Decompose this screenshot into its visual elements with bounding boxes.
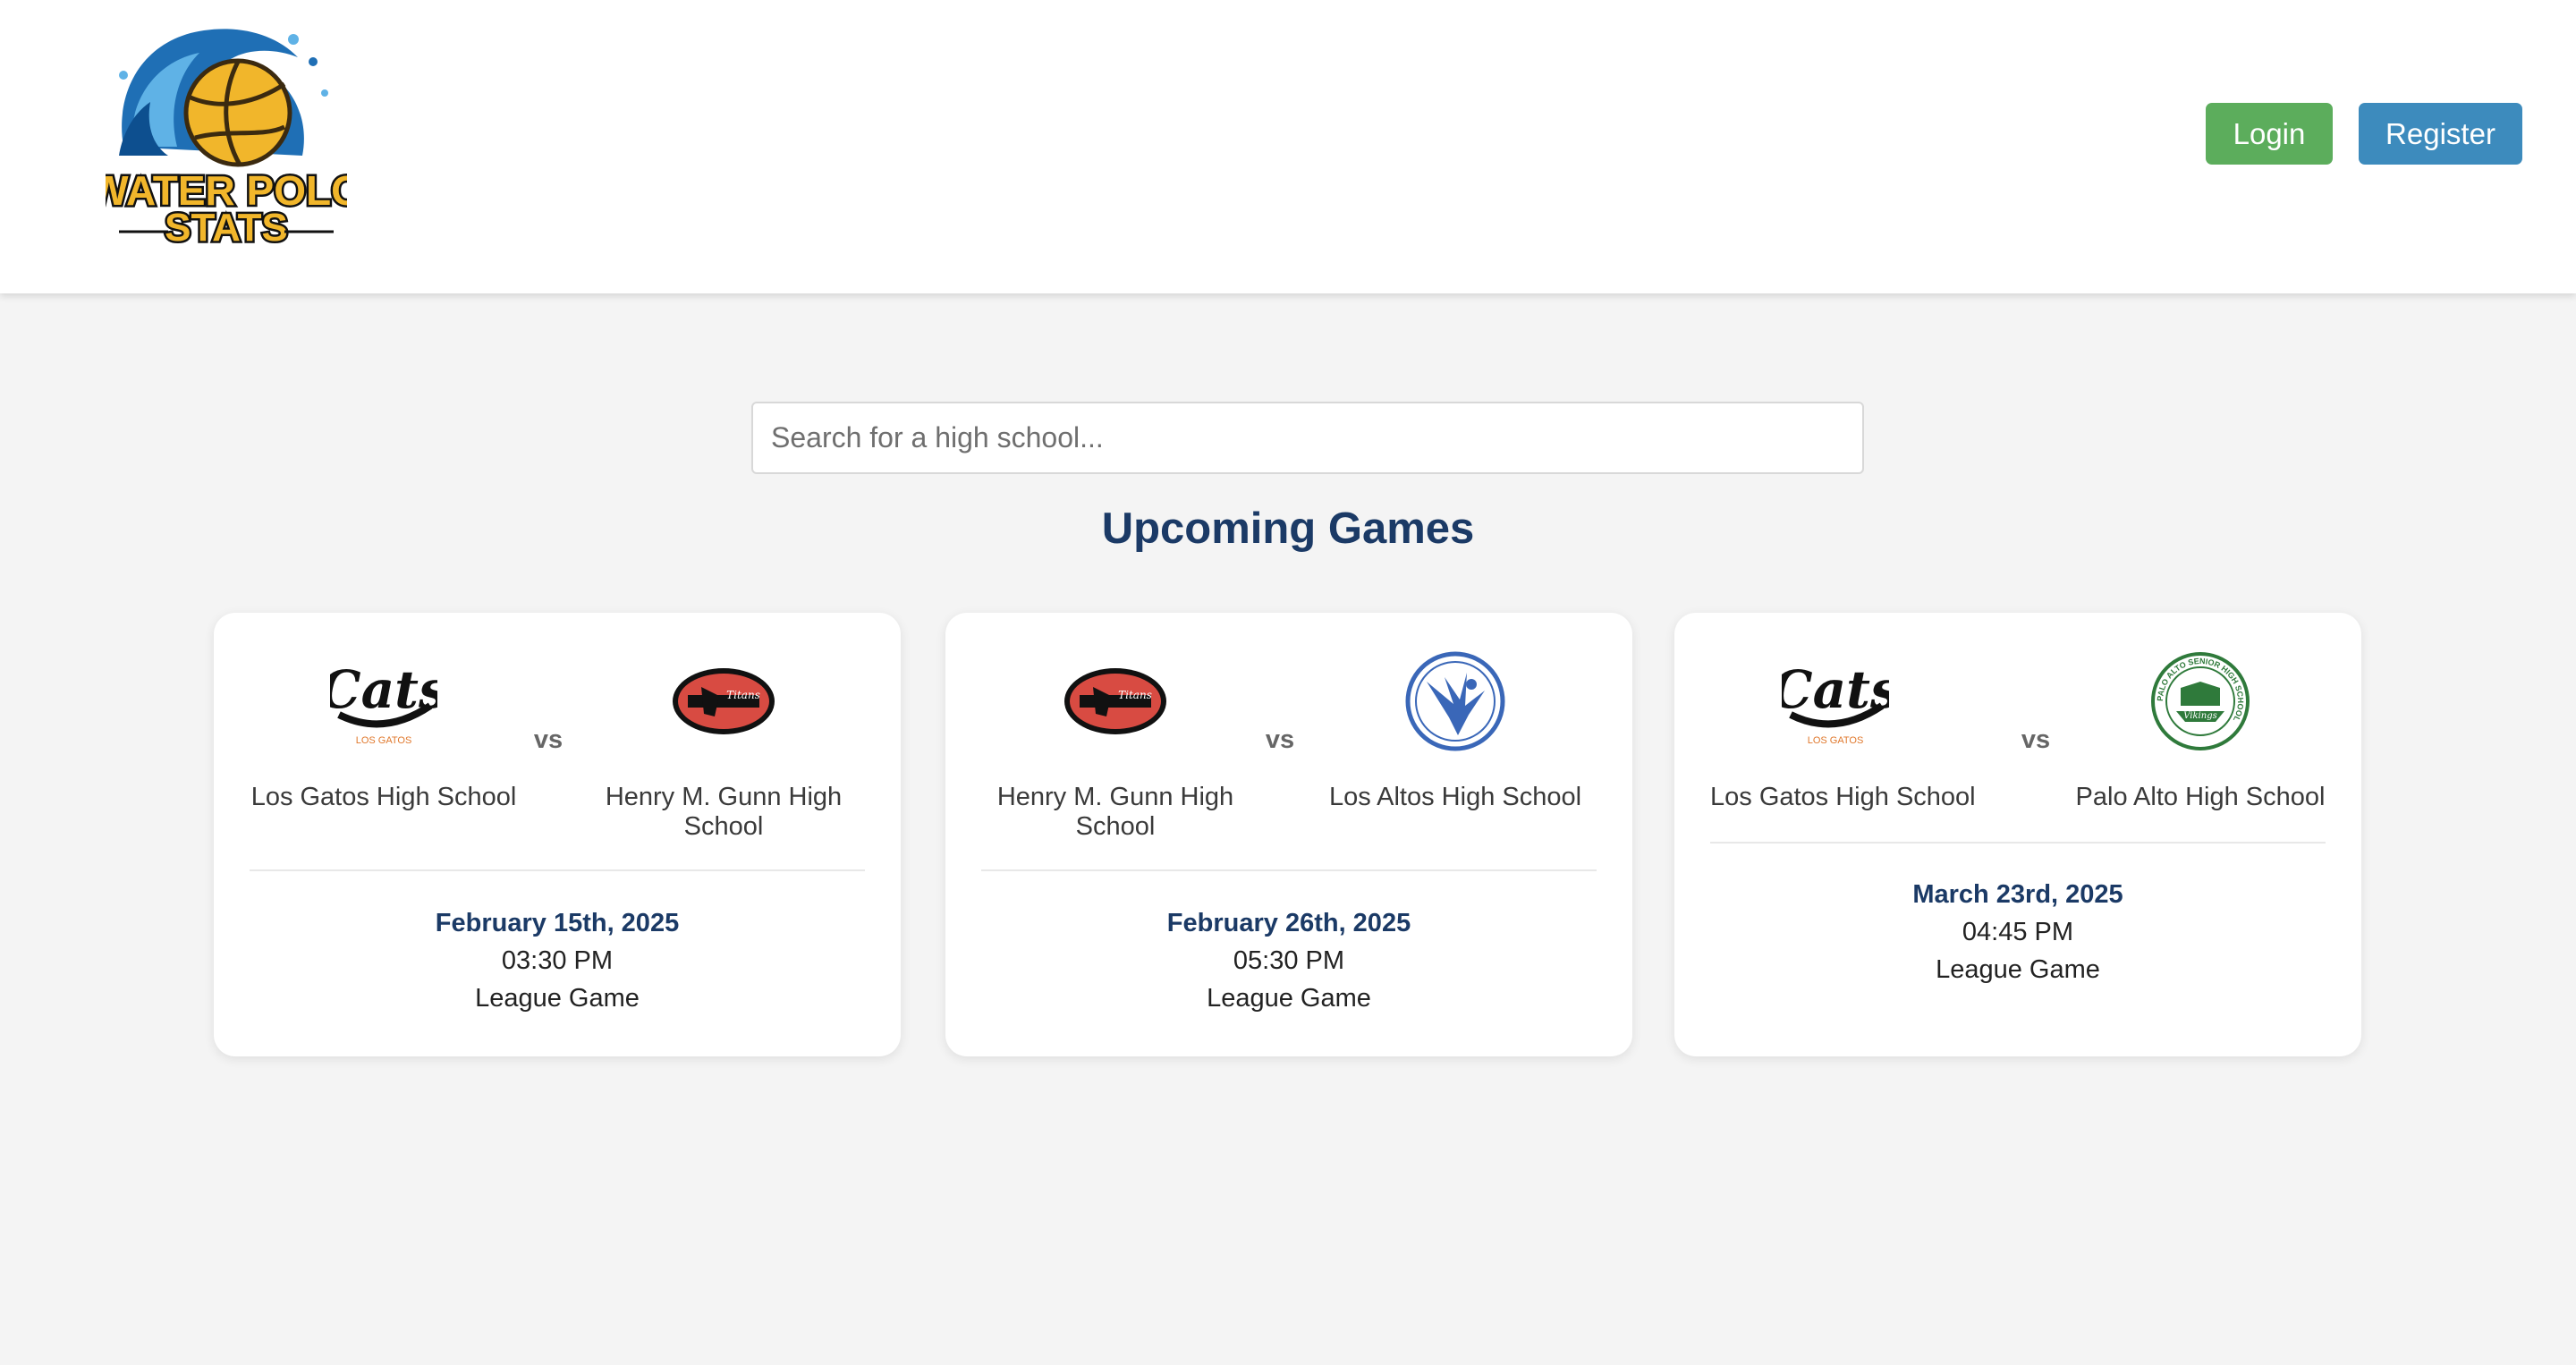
home-team-name: Los Gatos High School <box>250 783 517 811</box>
game-type: League Game <box>1207 984 1371 1013</box>
game-info: February 26th, 2025 05:30 PM League Game <box>945 904 1632 1017</box>
away-team-logo: Titans <box>589 645 858 758</box>
away-team[interactable]: Los Altos High School <box>1321 645 1589 812</box>
vikings-logo: PALO ALTO SENIOR HIGH SCHOOL Vikings <box>2150 651 2250 750</box>
home-team-logo: Titans <box>981 645 1250 758</box>
cats-logo: Cats LOS GATOS <box>1782 659 1889 746</box>
home-team-name: Henry M. Gunn High School <box>996 783 1234 841</box>
svg-text:Titans: Titans <box>1118 689 1152 701</box>
home-team-logo: Cats LOS GATOS <box>250 645 518 758</box>
game-type: League Game <box>1936 955 2100 984</box>
titans-logo: Titans <box>673 668 775 734</box>
home-team[interactable]: Titans Henry M. Gunn High School <box>981 645 1250 842</box>
game-time: 04:45 PM <box>1962 918 2074 946</box>
home-team[interactable]: Cats LOS GATOS Los Gatos High School <box>1710 645 1976 812</box>
svg-text:Titans: Titans <box>726 689 760 701</box>
game-card[interactable]: Cats LOS GATOS Los Gatos High School vs … <box>214 613 901 1056</box>
game-date: February 15th, 2025 <box>435 909 680 937</box>
away-team-logo: PALO ALTO SENIOR HIGH SCHOOL Vikings <box>2075 645 2326 758</box>
vs-label: vs <box>1265 725 1295 754</box>
away-team-logo <box>1321 645 1589 758</box>
login-button[interactable]: Login <box>2206 103 2333 165</box>
away-team-name: Henry M. Gunn High School <box>605 783 843 841</box>
svg-text:Vikings: Vikings <box>2183 711 2216 721</box>
game-type: League Game <box>475 984 640 1013</box>
water-polo-stats-logo[interactable]: WATER POLO STATS <box>106 13 347 247</box>
away-team-name: Palo Alto High School <box>2075 783 2326 811</box>
game-time: 05:30 PM <box>1233 946 1345 975</box>
game-date: March 23rd, 2025 <box>1912 880 2123 909</box>
away-team[interactable]: PALO ALTO SENIOR HIGH SCHOOL Vikings Pal… <box>2075 645 2326 812</box>
card-divider <box>1710 842 2326 844</box>
away-team[interactable]: Titans Henry M. Gunn High School <box>589 645 858 842</box>
away-team-name: Los Altos High School <box>1328 783 1582 811</box>
svg-text:LOS GATOS: LOS GATOS <box>356 735 412 746</box>
home-team-name: Los Gatos High School <box>1710 783 1976 811</box>
cats-logo: Cats LOS GATOS <box>330 659 437 746</box>
titans-logo: Titans <box>1064 668 1166 734</box>
home-team[interactable]: Cats LOS GATOS Los Gatos High School <box>250 645 518 812</box>
game-card[interactable]: Titans Henry M. Gunn High School vs Los … <box>945 613 1632 1056</box>
school-search-input[interactable] <box>751 402 1864 474</box>
logo-text-line2: STATS <box>165 206 288 247</box>
home-team-logo: Cats LOS GATOS <box>1710 645 1961 758</box>
game-info: February 15th, 2025 03:30 PM League Game <box>214 904 901 1017</box>
vs-label: vs <box>533 725 564 754</box>
eagle-logo <box>1405 651 1504 750</box>
game-time: 03:30 PM <box>501 946 614 975</box>
svg-text:LOS GATOS: LOS GATOS <box>1808 735 1864 746</box>
card-divider <box>981 869 1597 871</box>
game-date: February 26th, 2025 <box>1166 909 1411 937</box>
card-divider <box>250 869 865 871</box>
game-card[interactable]: Cats LOS GATOS Los Gatos High School vs … <box>1674 613 2361 1056</box>
register-button[interactable]: Register <box>2359 103 2522 165</box>
vs-label: vs <box>2021 725 2051 754</box>
game-info: March 23rd, 2025 04:45 PM League Game <box>1674 876 2361 988</box>
site-header: WATER POLO STATS Login Register <box>0 0 2576 293</box>
upcoming-games-title: Upcoming Games <box>1101 504 1475 553</box>
